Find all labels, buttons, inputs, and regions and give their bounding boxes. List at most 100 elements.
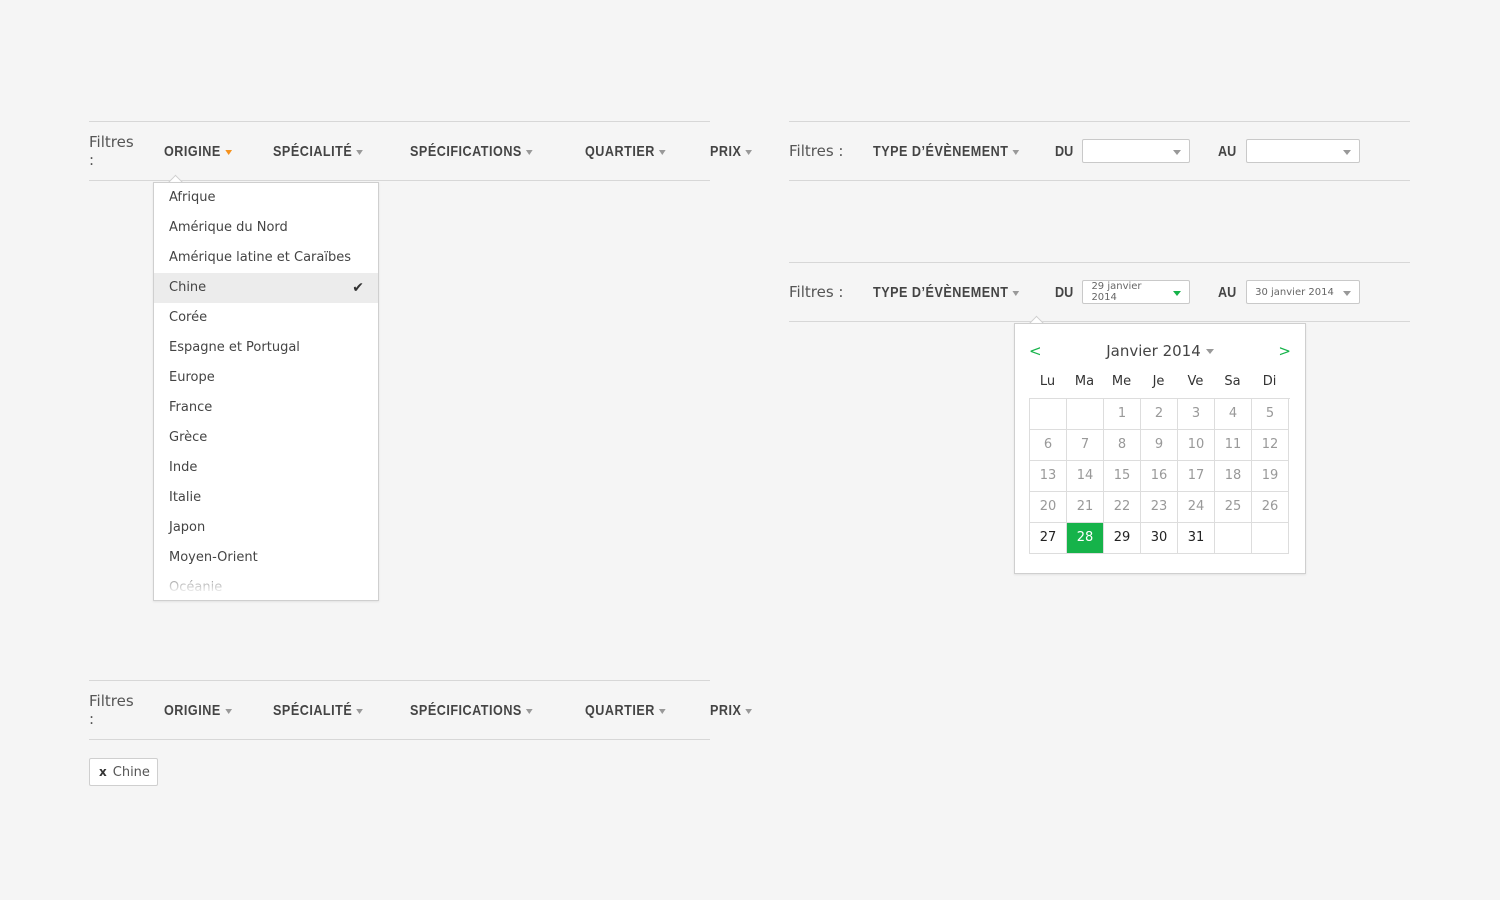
calendar-day[interactable]: 24 (1178, 492, 1215, 523)
origin-option-label: Europe (169, 370, 215, 385)
calendar-day[interactable]: 30 (1141, 523, 1178, 554)
calendar-day[interactable]: 6 (1030, 430, 1067, 461)
calendar-day[interactable]: 20 (1030, 492, 1067, 523)
filter-district[interactable]: Quartier (585, 143, 666, 160)
calendar-header: < Janvier 2014 > (1015, 342, 1305, 362)
origin-option-label: Grèce (169, 430, 208, 445)
origin-option-label: Amérique du Nord (169, 220, 288, 235)
filter-specialty[interactable]: Spécialité (273, 142, 364, 160)
calendar-day[interactable]: 11 (1215, 430, 1252, 461)
calendar-day[interactable]: 14 (1067, 461, 1104, 492)
calendar-day[interactable]: 12 (1252, 430, 1289, 461)
calendar-day[interactable]: 10 (1178, 430, 1215, 461)
origin-option[interactable]: Espagne et Portugal (154, 333, 378, 363)
filter-specifications-label: Spécifications (409, 142, 522, 160)
calendar-month-title[interactable]: Janvier 2014 (1015, 342, 1305, 360)
origin-option-label: Moyen-Orient (169, 550, 258, 565)
filter-bar-origin-open: Filtres : Origine Spécialité Spécificati… (89, 121, 753, 181)
check-icon: ✔ (352, 280, 364, 296)
calendar-day[interactable]: 19 (1252, 461, 1289, 492)
origin-option-label: France (169, 400, 213, 415)
origin-option[interactable]: Inde (154, 453, 378, 483)
date-to-label: Au (1218, 142, 1237, 160)
calendar-day[interactable]: 5 (1252, 399, 1289, 430)
origin-option-label: Espagne et Portugal (169, 340, 300, 355)
calendar-day[interactable]: 17 (1178, 461, 1215, 492)
date-from-input[interactable] (1082, 139, 1191, 163)
calendar-day[interactable]: 9 (1141, 430, 1178, 461)
chevron-down-icon (745, 149, 753, 155)
calendar-day[interactable]: 26 (1252, 492, 1289, 523)
calendar-day[interactable]: 1 (1104, 399, 1141, 430)
filters-label: Filtres : (789, 142, 844, 160)
calendar-day[interactable]: 25 (1215, 492, 1252, 523)
calendar-day[interactable]: 7 (1067, 430, 1104, 461)
origin-option[interactable]: Amérique latine et Caraïbes (154, 243, 378, 273)
filter-price[interactable]: Prix (710, 702, 753, 719)
calendar-day[interactable]: 2 (1141, 399, 1178, 430)
calendar-day[interactable]: 4 (1215, 399, 1252, 430)
calendar-empty-cell (1215, 523, 1252, 554)
calendar-day[interactable]: 23 (1141, 492, 1178, 523)
chevron-down-icon (658, 149, 666, 155)
origin-option[interactable]: Grèce (154, 423, 378, 453)
origin-dropdown: Afrique Amérique du Nord Amérique latine e… (153, 182, 379, 601)
weekday-label: Ve (1187, 374, 1204, 389)
origin-option[interactable]: Océanie (154, 573, 378, 600)
weekday-header-row: Lu Ma Me Je Ve Sa Di (1029, 368, 1291, 398)
calendar-day[interactable]: 15 (1104, 461, 1141, 492)
filter-event-type[interactable]: Type d’évènement (873, 284, 1020, 301)
origin-option[interactable]: Moyen-Orient (154, 543, 378, 573)
filter-event-type[interactable]: Type d’évènement (873, 143, 1020, 160)
date-from-label: Du (1054, 142, 1073, 160)
chevron-down-icon (356, 708, 364, 714)
chevron-down-icon (1013, 290, 1020, 296)
origin-option[interactable]: Afrique (154, 183, 378, 213)
date-picker-calendar: < Janvier 2014 > Lu Ma Me Je Ve Sa Di 12345678… (1014, 323, 1306, 574)
calendar-day[interactable]: 21 (1067, 492, 1104, 523)
origin-option[interactable]: Chine ✔ (154, 273, 378, 303)
next-month-button[interactable]: > (1278, 342, 1291, 360)
filter-specifications-label: Spécifications (409, 701, 522, 719)
filter-specialty[interactable]: Spécialité (273, 702, 364, 719)
calendar-day[interactable]: 8 (1104, 430, 1141, 461)
date-to-input[interactable]: 30 janvier 2014 (1246, 280, 1361, 304)
origin-option[interactable]: Italie (154, 483, 378, 513)
chevron-down-icon (356, 149, 364, 155)
calendar-day[interactable]: 27 (1030, 523, 1067, 554)
remove-tag-button[interactable]: x (99, 765, 107, 779)
chevron-down-icon (1205, 349, 1214, 354)
calendar-day[interactable]: 3 (1178, 399, 1215, 430)
date-from-input[interactable]: 29 janvier 2014 (1082, 280, 1191, 304)
calendar-day[interactable]: 31 (1178, 523, 1215, 554)
chevron-down-icon (1343, 290, 1352, 296)
origin-option[interactable]: Corée (154, 303, 378, 333)
date-from-value: 29 janvier 2014 (1091, 281, 1142, 303)
calendar-day[interactable]: 22 (1104, 492, 1141, 523)
origin-option[interactable]: Japon (154, 513, 378, 543)
origin-option[interactable]: Europe (154, 363, 378, 393)
calendar-day-selected[interactable]: 28 (1067, 523, 1104, 554)
filter-specialty-label: Spécialité (273, 142, 353, 160)
filter-specifications[interactable]: Spécifications (410, 143, 533, 160)
calendar-day[interactable]: 29 (1104, 523, 1141, 554)
calendar-day[interactable]: 18 (1215, 461, 1252, 492)
origin-option[interactable]: Amérique du Nord (154, 213, 378, 243)
origin-option-label: Japon (169, 520, 206, 535)
filters-label: Filtres : (789, 283, 844, 301)
filter-district[interactable]: Quartier (585, 702, 666, 719)
filter-origin[interactable]: Origine (164, 702, 232, 719)
calendar-empty-cell (1067, 399, 1104, 430)
chevron-down-icon (525, 149, 533, 155)
chevron-down-icon (1173, 290, 1182, 296)
calendar-day[interactable]: 16 (1141, 461, 1178, 492)
filter-origin[interactable]: Origine (164, 143, 232, 160)
filter-price[interactable]: Prix (710, 143, 753, 160)
date-to-input[interactable] (1246, 139, 1361, 163)
calendar-day[interactable]: 13 (1030, 461, 1067, 492)
chevron-down-icon (1173, 149, 1182, 155)
filters-label: Filtres : (89, 692, 134, 728)
filter-specifications[interactable]: Spécifications (410, 702, 533, 719)
weekday-label: Lu (1039, 374, 1056, 389)
origin-option[interactable]: France (154, 393, 378, 423)
